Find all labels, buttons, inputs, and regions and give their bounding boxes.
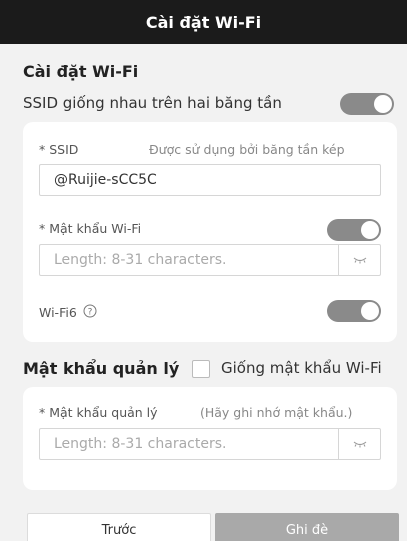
eye-closed-icon[interactable]: [338, 429, 380, 459]
admin-section-title: Mật khẩu quản lý: [23, 359, 180, 378]
wifi6-toggle[interactable]: [327, 300, 381, 322]
toggle-knob: [361, 302, 379, 320]
help-circle-icon[interactable]: ?: [83, 304, 97, 321]
wifi-password-placeholder: Length: 8-31 characters.: [54, 252, 227, 268]
wifi-section-title: Cài đặt Wi-Fi: [23, 62, 139, 81]
same-as-wifi-checkbox[interactable]: [192, 360, 210, 378]
toggle-knob: [361, 221, 379, 239]
wifi6-label: Wi-Fi6: [39, 305, 77, 320]
wifi-settings-card: * SSID Được sử dụng bởi băng tần kép @Ru…: [23, 122, 397, 342]
admin-password-label: * Mật khẩu quản lý: [39, 405, 158, 420]
ssid-value: @Ruijie-sCC5C: [54, 172, 157, 188]
wifi6-row-label: Wi-Fi6 ?: [39, 304, 97, 321]
window-title-bar: Cài đặt Wi-Fi: [0, 0, 407, 44]
admin-password-hint: (Hãy ghi nhớ mật khẩu.): [200, 405, 353, 420]
overwrite-button-label: Ghi đè: [285, 522, 329, 538]
toggle-knob: [374, 95, 392, 113]
admin-password-input[interactable]: Length: 8-31 characters.: [39, 428, 381, 460]
ssid-label: * SSID: [39, 142, 79, 157]
admin-password-card: * Mật khẩu quản lý (Hãy ghi nhớ mật khẩu…: [23, 387, 397, 490]
ssid-hint: Được sử dụng bởi băng tần kép: [149, 142, 345, 157]
wifi-password-label: * Mật khẩu Wi-Fi: [39, 221, 142, 236]
wifi-password-input[interactable]: Length: 8-31 characters.: [39, 244, 381, 276]
overwrite-button[interactable]: Ghi đè: [215, 513, 399, 541]
same-ssid-label: SSID giống nhau trên hai băng tần: [23, 94, 282, 112]
ssid-input[interactable]: @Ruijie-sCC5C: [39, 164, 381, 196]
same-as-wifi-label: Giống mật khẩu Wi-Fi: [221, 359, 382, 377]
svg-text:?: ?: [87, 308, 92, 318]
admin-password-placeholder: Length: 8-31 characters.: [54, 436, 227, 452]
eye-closed-icon[interactable]: [338, 245, 380, 275]
previous-button[interactable]: Trước: [27, 513, 211, 541]
window-title: Cài đặt Wi-Fi: [145, 12, 262, 32]
same-ssid-toggle[interactable]: [340, 93, 394, 115]
previous-button-label: Trước: [101, 522, 137, 538]
wifi-password-toggle[interactable]: [327, 219, 381, 241]
